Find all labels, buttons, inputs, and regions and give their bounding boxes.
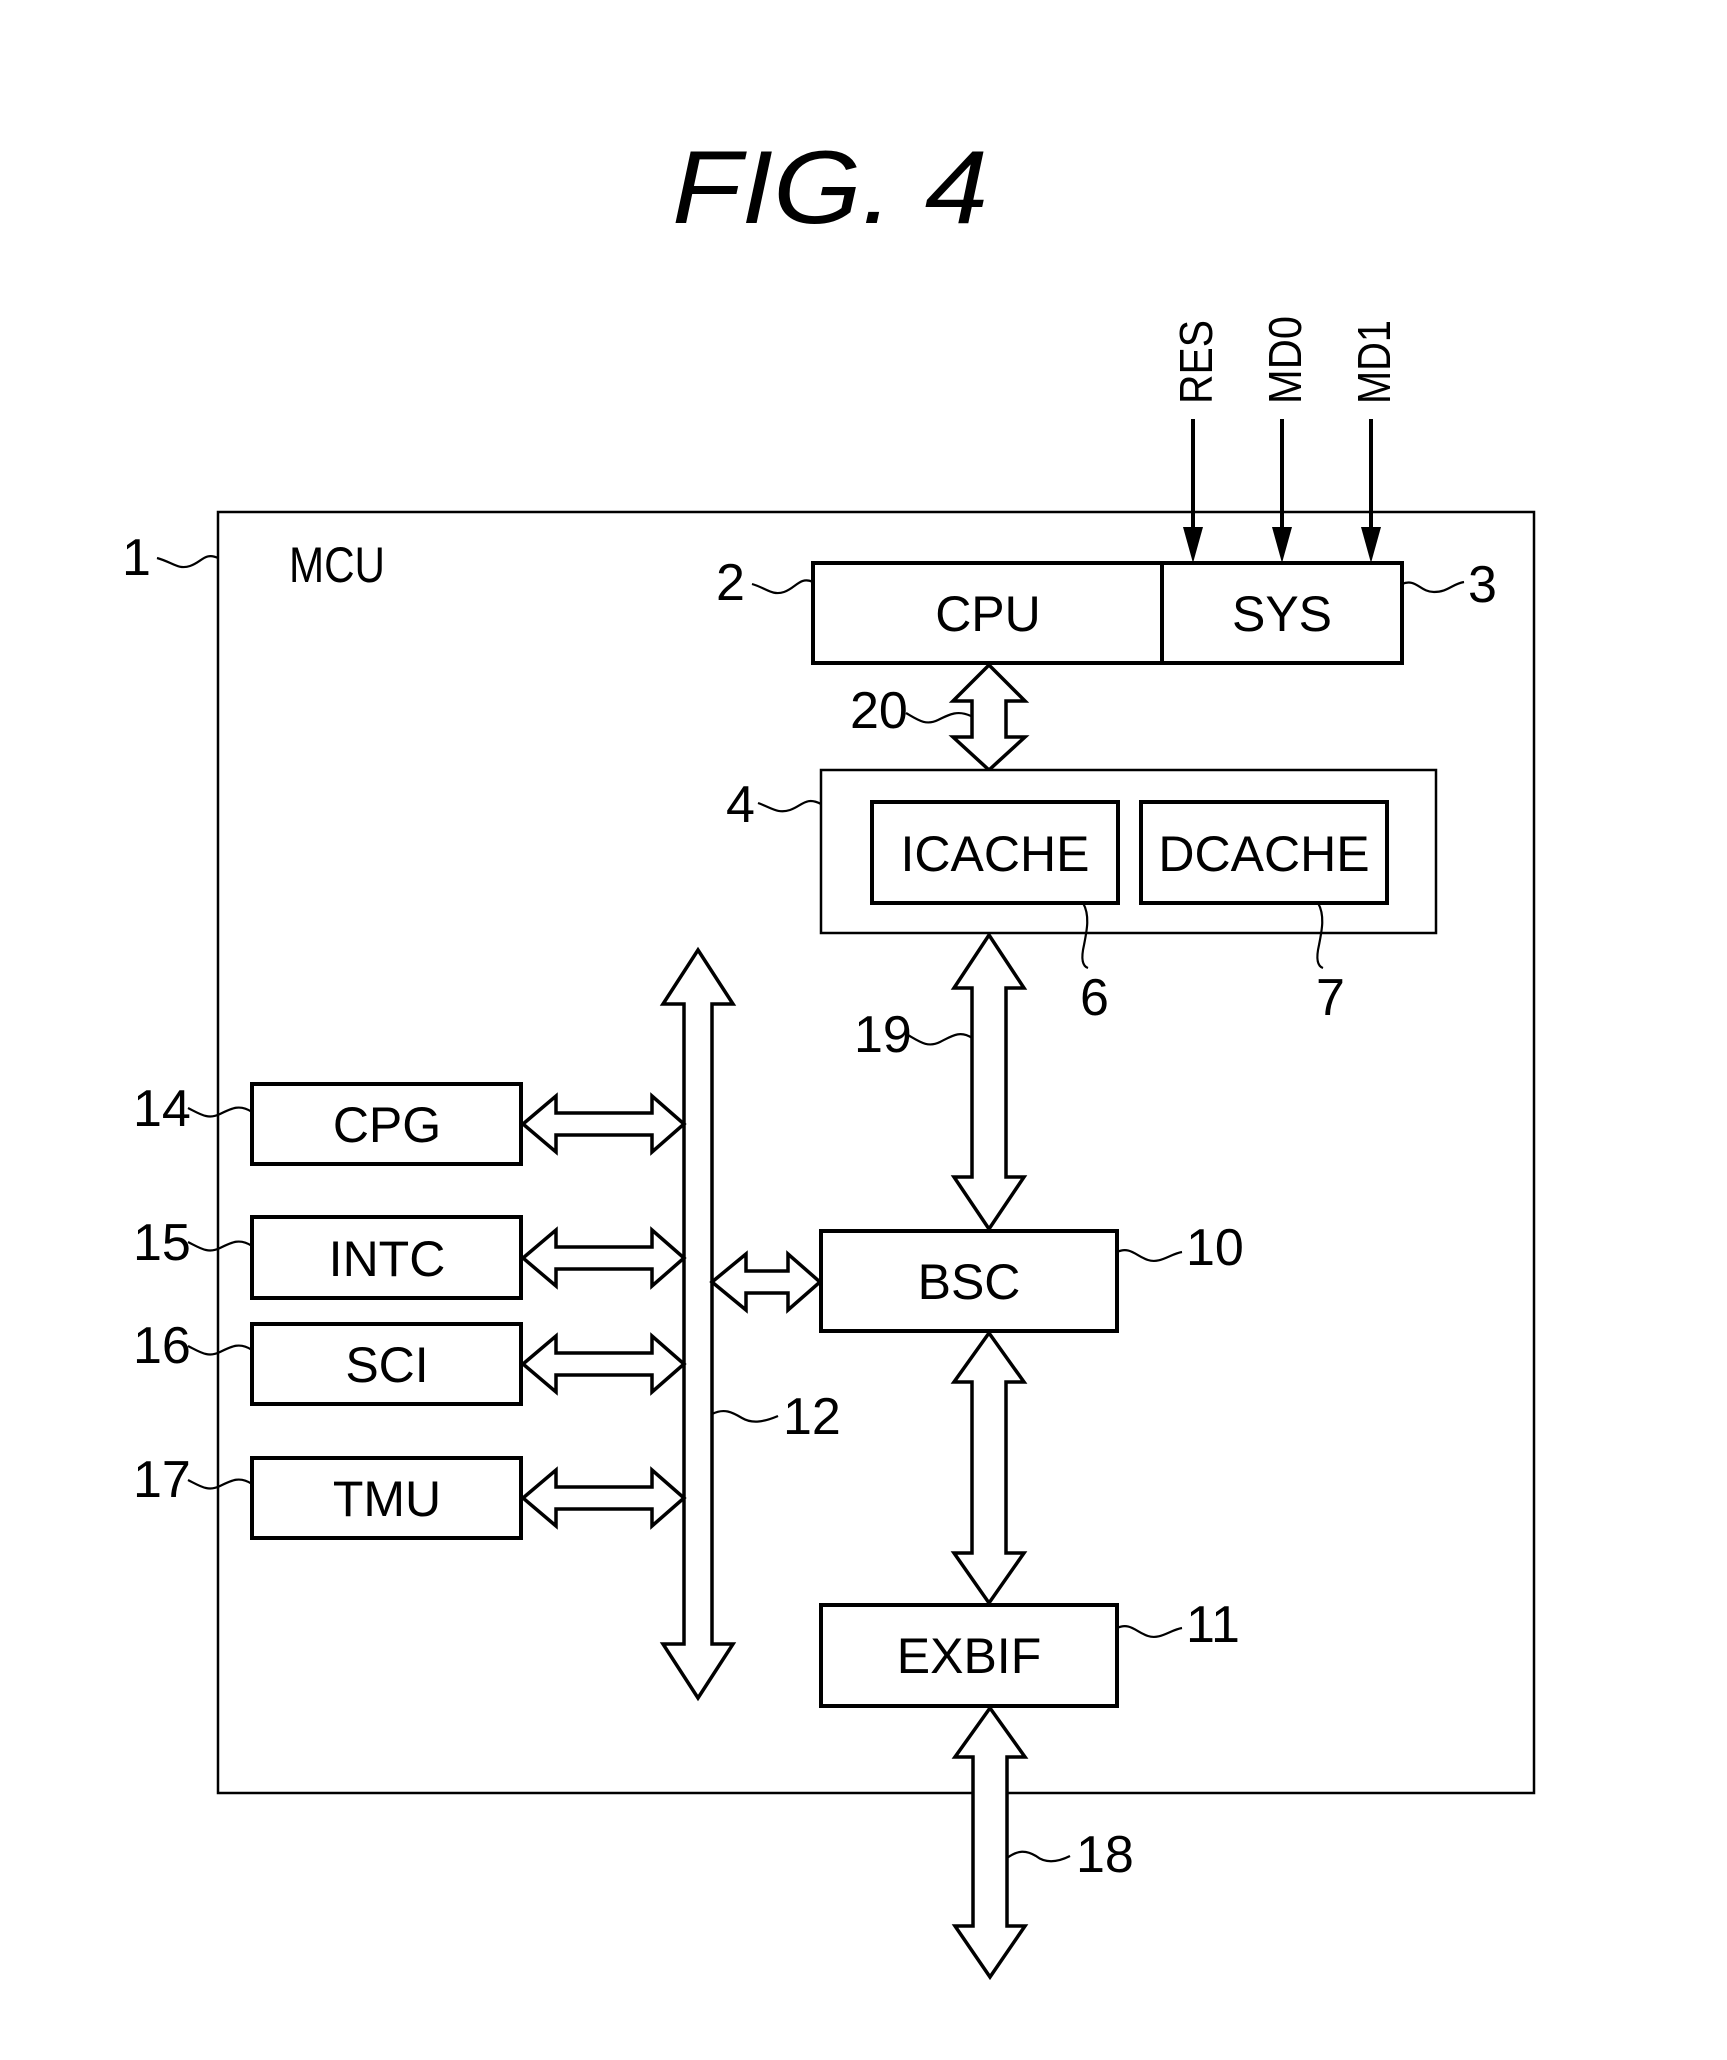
sci-label: SCI	[345, 1337, 428, 1393]
leader-cpu-cache-bus	[905, 711, 972, 724]
ref-icache: 6	[1080, 969, 1109, 1027]
bsc-label: BSC	[918, 1254, 1021, 1310]
leader-cpu	[751, 579, 814, 595]
ref-sys: 3	[1468, 556, 1497, 614]
leader-cache-unit	[757, 799, 822, 813]
peripheral-intc: INTC 15	[133, 1214, 687, 1300]
external-bus	[951, 1704, 1029, 1981]
leader-cpg	[187, 1106, 253, 1118]
leader-intc	[187, 1240, 253, 1252]
cpu-cache-bus	[948, 662, 1030, 773]
sys-label: SYS	[1232, 586, 1332, 642]
bsc-peripheral-link	[709, 1250, 823, 1314]
cache-bsc-bus	[950, 931, 1028, 1233]
ref-tmu: 17	[133, 1451, 191, 1509]
signal-label-md0: MD0	[1259, 316, 1311, 404]
leader-cache-bsc-bus	[907, 1033, 973, 1046]
leader-sci	[187, 1344, 253, 1356]
ref-external-bus: 18	[1076, 1826, 1134, 1884]
ref-sci: 16	[133, 1317, 191, 1375]
cpu-label: CPU	[935, 586, 1041, 642]
signal-label-res: RES	[1170, 320, 1222, 404]
icache-label: ICACHE	[901, 826, 1090, 882]
intc-bus-link	[520, 1226, 687, 1290]
mcu-label: MCU	[289, 537, 385, 593]
peripheral-bus	[659, 946, 737, 1702]
arrow-down-icon	[1361, 527, 1381, 563]
signal-res: RES	[1170, 320, 1222, 563]
ref-cpu-cache-bus: 20	[850, 682, 908, 740]
leader-mcu	[156, 555, 219, 569]
peripheral-cpg: CPG 14	[133, 1080, 687, 1166]
ref-exbif: 11	[1186, 1596, 1240, 1654]
ref-bsc: 10	[1186, 1219, 1244, 1277]
sci-bus-link	[520, 1332, 687, 1396]
leader-peripheral-bus	[711, 1409, 779, 1423]
leader-exbif	[1116, 1625, 1183, 1638]
tmu-label: TMU	[333, 1471, 441, 1527]
arrow-down-icon	[1272, 527, 1292, 563]
signal-label-md1: MD1	[1348, 320, 1400, 404]
ref-dcache: 7	[1316, 969, 1345, 1027]
signal-md0: MD0	[1259, 316, 1311, 563]
leader-bsc	[1116, 1249, 1183, 1262]
ref-cache-bsc-bus: 19	[854, 1006, 912, 1064]
cpg-bus-link	[520, 1092, 687, 1156]
ref-peripheral-bus: 12	[783, 1388, 841, 1446]
intc-label: INTC	[329, 1231, 446, 1287]
exbif-label: EXBIF	[897, 1628, 1041, 1684]
mcu-block-diagram: FIG. 4 RES MD0 MD1 MCU 1 CPU SYS 2 3 20 …	[122, 130, 1536, 1981]
leader-sys	[1401, 580, 1465, 594]
ref-cache-unit: 4	[726, 776, 755, 834]
ref-cpu: 2	[716, 554, 745, 612]
bsc-exbif-bus	[950, 1329, 1028, 1607]
ref-cpg: 14	[133, 1080, 191, 1138]
leader-tmu	[187, 1478, 253, 1490]
ref-intc: 15	[133, 1214, 191, 1272]
ref-mcu: 1	[122, 529, 151, 587]
tmu-bus-link	[520, 1466, 687, 1530]
figure-title: FIG. 4	[672, 130, 988, 246]
peripheral-sci: SCI 16	[133, 1317, 687, 1406]
dcache-label: DCACHE	[1158, 826, 1369, 882]
leader-external-bus	[1006, 1850, 1071, 1863]
signal-md1: MD1	[1348, 320, 1400, 563]
arrow-down-icon	[1183, 527, 1203, 563]
cpg-label: CPG	[333, 1097, 441, 1153]
peripheral-tmu: TMU 17	[133, 1451, 687, 1540]
